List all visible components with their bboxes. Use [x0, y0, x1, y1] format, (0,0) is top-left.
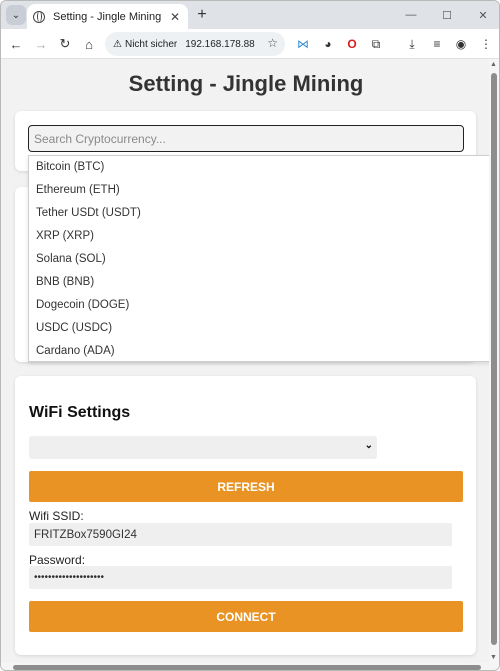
opera-icon[interactable]: O: [343, 34, 361, 54]
scroll-down-icon[interactable]: ▼: [490, 654, 497, 661]
download-icon[interactable]: ⤓: [403, 34, 421, 54]
star-icon[interactable]: ☆: [267, 36, 278, 50]
browser-tab[interactable]: Setting - Jingle Mining ✕: [27, 4, 188, 29]
reload-icon[interactable]: ↻: [55, 34, 75, 54]
page-title: Setting - Jingle Mining: [128, 71, 364, 96]
dropdown-item[interactable]: XRP (XRP): [29, 225, 491, 248]
browser-window: ⌄ Setting - Jingle Mining ✕ + — ☐ ✕ ← → …: [0, 0, 500, 671]
ssid-label: Wifi SSID:: [29, 509, 84, 523]
crypto-dropdown: Bitcoin (BTC) Ethereum (ETH) Tether USDt…: [28, 155, 491, 362]
tab-search-icon[interactable]: ⌄: [6, 5, 26, 25]
dropdown-item[interactable]: Ethereum (ETH): [29, 179, 491, 202]
dropdown-item[interactable]: Dogecoin (DOGE): [29, 294, 491, 317]
browser-toolbar: ← → ↻ ⌂ ⚠ Nicht sicher 192.168.178.88 ☆ …: [1, 29, 499, 59]
back-icon[interactable]: ←: [6, 34, 26, 54]
ssid-field[interactable]: FRITZBox7590GI24: [29, 523, 452, 546]
dropdown-item[interactable]: USDC (USDC): [29, 317, 491, 340]
chevron-down-icon: ⌄: [364, 440, 373, 451]
wifi-card: WiFi Settings ⌄ REFRESH Wifi SSID: FRITZ…: [15, 376, 476, 655]
page-viewport: Setting - Jingle Mining WiFi Settings ⌄ …: [1, 59, 491, 663]
url-text[interactable]: 192.168.178.88: [185, 39, 255, 50]
globe-icon: [33, 10, 45, 23]
tab-strip: ⌄ Setting - Jingle Mining ✕ + — ☐ ✕: [1, 1, 499, 29]
reading-list-icon[interactable]: ≡: [428, 34, 446, 54]
new-tab-icon[interactable]: +: [194, 6, 210, 24]
puzzle-icon[interactable]: ⧉: [367, 34, 385, 54]
connect-button[interactable]: CONNECT: [29, 601, 463, 632]
share-icon[interactable]: ⋈: [294, 34, 312, 54]
scroll-up-icon[interactable]: ▲: [490, 61, 497, 68]
minimize-icon[interactable]: —: [393, 1, 429, 29]
forward-icon[interactable]: →: [31, 34, 51, 54]
vertical-scrollbar[interactable]: ▲ ▼: [489, 59, 499, 663]
warning-icon[interactable]: ⚠: [113, 39, 122, 50]
window-controls: — ☐ ✕: [393, 1, 499, 29]
dropdown-item[interactable]: Cardano (ADA): [29, 340, 491, 361]
extension-panda-icon[interactable]: ◕: [319, 34, 337, 54]
dropdown-item[interactable]: Solana (SOL): [29, 248, 491, 271]
security-label[interactable]: Nicht sicher: [125, 39, 177, 50]
menu-icon[interactable]: ⋮: [477, 34, 495, 54]
tab-title: Setting - Jingle Mining: [53, 10, 162, 23]
refresh-button[interactable]: REFRESH: [29, 471, 463, 502]
close-window-icon[interactable]: ✕: [465, 1, 499, 29]
avatar[interactable]: ◉: [452, 34, 470, 54]
address-bar[interactable]: ⚠ Nicht sicher 192.168.178.88 ☆: [105, 32, 285, 56]
wifi-network-select[interactable]: ⌄: [29, 436, 377, 459]
password-label: Password:: [29, 553, 86, 567]
close-tab-icon[interactable]: ✕: [168, 10, 182, 24]
home-icon[interactable]: ⌂: [79, 34, 99, 54]
wifi-heading: WiFi Settings: [29, 404, 131, 421]
horizontal-scroll-thumb[interactable]: [13, 665, 481, 670]
vertical-scroll-thumb[interactable]: [491, 73, 497, 645]
password-field[interactable]: ••••••••••••••••••••: [29, 566, 452, 589]
maximize-icon[interactable]: ☐: [429, 1, 465, 29]
dropdown-item[interactable]: Bitcoin (BTC): [29, 156, 491, 179]
dropdown-item[interactable]: BNB (BNB): [29, 271, 491, 294]
dropdown-item[interactable]: Tether USDt (USDT): [29, 202, 491, 225]
search-input[interactable]: [28, 125, 464, 152]
horizontal-scrollbar[interactable]: [1, 663, 499, 670]
